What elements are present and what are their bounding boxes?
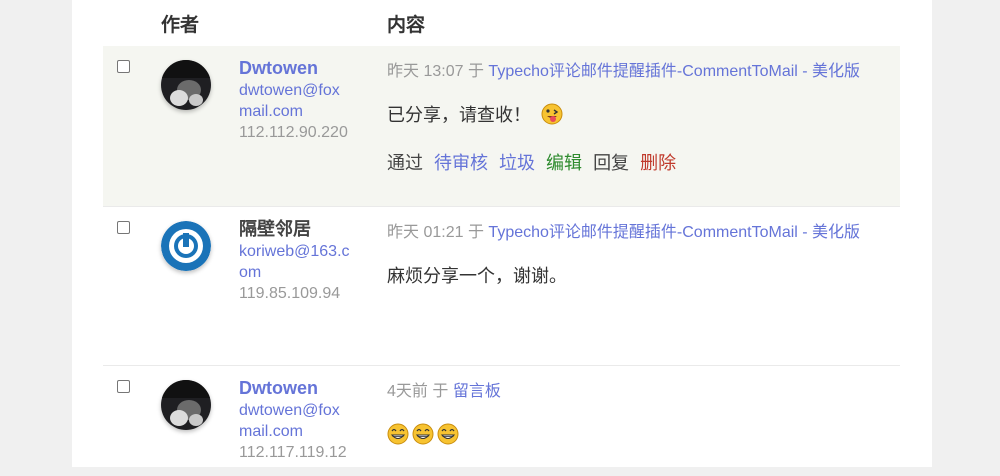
comment-text (387, 423, 899, 445)
author-email[interactable]: koriweb@163.c om (239, 241, 369, 283)
comment-content: 昨天 13:07 于 Typecho评论邮件提醒插件-CommentToMail… (387, 60, 899, 175)
grin-emoji-icon (412, 423, 434, 445)
author-name[interactable]: Dwtowen (239, 58, 369, 79)
pending-button[interactable]: 待审核 (434, 153, 488, 173)
comment-row: 隔壁邻居 koriweb@163.c om 119.85.109.94 昨天 01… (103, 207, 900, 366)
comment-time: 4天前 (387, 383, 428, 400)
author-name: 隔壁邻居 (239, 219, 311, 239)
author-info: 隔壁邻居 koriweb@163.c om 119.85.109.94 (239, 219, 369, 304)
in-word: 于 (432, 383, 449, 400)
spam-button[interactable]: 垃圾 (499, 153, 535, 173)
in-word: 于 (467, 224, 484, 241)
comment-time: 昨天 01:21 (387, 224, 464, 241)
post-title-link[interactable]: Typecho评论邮件提醒插件-CommentToMail - 美化版 (488, 224, 860, 241)
author-email[interactable]: dwtowen@fox mail.com (239, 400, 369, 442)
comment-content: 4天前 于 留言板 (387, 380, 899, 445)
comments-panel: 作者 内容 Dwtowen dwtowen@fox mail.com 112.11… (72, 0, 932, 467)
table-header: 作者 内容 (72, 0, 932, 46)
author-name[interactable]: Dwtowen (239, 378, 369, 399)
reply-button[interactable]: 回复 (593, 153, 629, 173)
comment-content: 昨天 01:21 于 Typecho评论邮件提醒插件-CommentToMail… (387, 221, 899, 288)
select-checkbox[interactable] (117, 221, 130, 234)
post-title-link[interactable]: Typecho评论邮件提醒插件-CommentToMail - 美化版 (488, 63, 860, 80)
select-checkbox[interactable] (117, 60, 130, 73)
comment-time: 昨天 13:07 (387, 63, 464, 80)
author-ip: 119.85.109.94 (239, 285, 341, 302)
avatar (161, 380, 211, 430)
author-column-header: 作者 (161, 15, 200, 36)
avatar (161, 60, 211, 110)
in-word: 于 (467, 63, 484, 80)
author-info: Dwtowen dwtowen@fox mail.com 112.117.119.… (239, 378, 369, 463)
author-email[interactable]: dwtowen@fox mail.com (239, 80, 369, 122)
comment-text: 麻烦分享一个，谢谢。 (387, 266, 567, 286)
comment-row: Dwtowen dwtowen@fox mail.com 112.112.90.2… (103, 46, 900, 207)
author-ip: 112.117.119.12 (239, 444, 347, 461)
post-title-link[interactable]: 留言板 (453, 383, 501, 400)
author-ip: 112.112.90.220 (239, 124, 348, 141)
comment-meta: 昨天 01:21 于 Typecho评论邮件提醒插件-CommentToMail… (387, 221, 899, 244)
comment-meta: 昨天 13:07 于 Typecho评论邮件提醒插件-CommentToMail… (387, 60, 899, 83)
comment-text: 已分享，请查收！ (387, 101, 899, 127)
author-info: Dwtowen dwtowen@fox mail.com 112.112.90.2… (239, 58, 369, 143)
comment-meta: 4天前 于 留言板 (387, 380, 899, 403)
edit-button[interactable]: 编辑 (546, 153, 582, 173)
content-column-header: 内容 (387, 15, 426, 36)
grin-emoji-icon (437, 423, 459, 445)
select-checkbox[interactable] (117, 380, 130, 393)
comment-actions: 通过 待审核 垃圾 编辑 回复 删除 (387, 149, 899, 175)
delete-button[interactable]: 删除 (640, 153, 676, 173)
tongue-out-emoji-icon (541, 103, 563, 125)
grin-emoji-icon (387, 423, 409, 445)
avatar (161, 221, 211, 271)
approve-button[interactable]: 通过 (387, 153, 423, 173)
comment-row: Dwtowen dwtowen@fox mail.com 112.117.119.… (103, 366, 900, 476)
